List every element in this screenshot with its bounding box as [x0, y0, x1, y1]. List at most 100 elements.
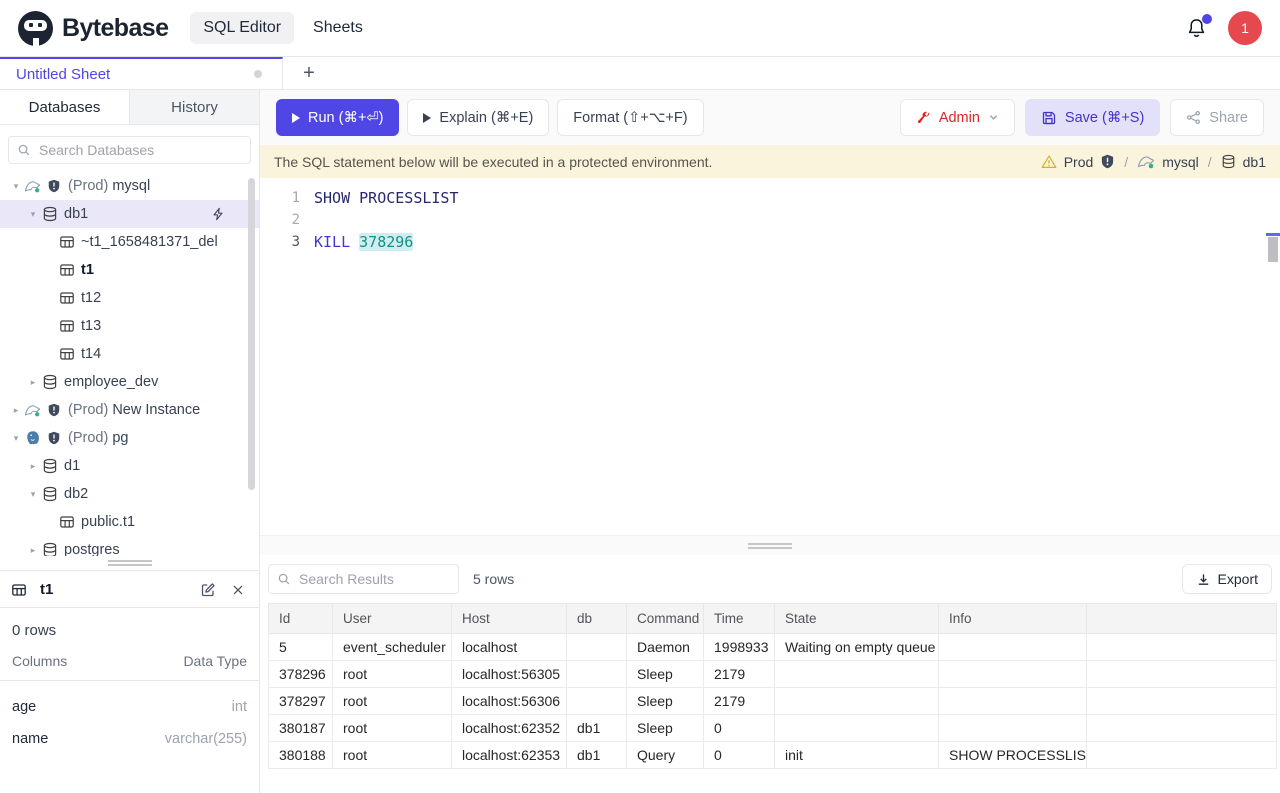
result-cell[interactable]: 1998933: [704, 634, 775, 661]
result-cell[interactable]: 2179: [704, 688, 775, 715]
result-cell[interactable]: [939, 688, 1087, 715]
result-cell[interactable]: [775, 688, 939, 715]
result-row[interactable]: 378296rootlocalhost:56305Sleep2179: [269, 661, 1277, 688]
explain-button[interactable]: Explain (⌘+E): [407, 99, 549, 136]
chevron-right-icon[interactable]: ▸: [25, 377, 41, 388]
result-cell[interactable]: localhost:56306: [452, 688, 567, 715]
chevron-down-icon[interactable]: ▾: [8, 433, 24, 444]
result-cell[interactable]: Daemon: [627, 634, 704, 661]
tree-item-new-instance[interactable]: ▸(Prod) New Instance: [0, 396, 259, 424]
chevron-right-icon[interactable]: ▸: [25, 461, 41, 472]
results-search-input[interactable]: [268, 564, 459, 594]
result-cell[interactable]: Sleep: [627, 715, 704, 742]
column-header[interactable]: Id: [269, 604, 333, 634]
results-resize-handle[interactable]: [260, 535, 1280, 555]
edit-table-icon[interactable]: [200, 582, 216, 598]
result-cell[interactable]: [567, 688, 627, 715]
result-cell[interactable]: Sleep: [627, 688, 704, 715]
tree-item-employee-dev[interactable]: ▸employee_dev: [0, 368, 259, 396]
tab-untitled-sheet[interactable]: Untitled Sheet: [0, 57, 283, 89]
column-header[interactable]: User: [333, 604, 452, 634]
chevron-down-icon[interactable]: ▾: [25, 489, 41, 500]
result-cell[interactable]: localhost: [452, 634, 567, 661]
close-icon[interactable]: [231, 583, 245, 597]
result-cell[interactable]: root: [333, 661, 452, 688]
column-header[interactable]: State: [775, 604, 939, 634]
column-header[interactable]: [1087, 604, 1277, 634]
sidebar-resize-handle[interactable]: [0, 556, 259, 570]
breadcrumb-environment[interactable]: Prod: [1064, 154, 1094, 170]
result-cell[interactable]: [939, 715, 1087, 742]
tree-item-t1[interactable]: t1: [0, 256, 259, 284]
bytebase-logo[interactable]: Bytebase: [18, 11, 168, 46]
run-button[interactable]: Run (⌘+⏎): [276, 99, 399, 136]
editor-scrollbar[interactable]: [1268, 237, 1278, 262]
result-cell[interactable]: 380187: [269, 715, 333, 742]
result-cell[interactable]: Query: [627, 742, 704, 769]
tree-item-postgres[interactable]: ▸postgres: [0, 536, 259, 556]
add-sheet-button[interactable]: +: [283, 57, 335, 89]
result-cell[interactable]: 0: [704, 742, 775, 769]
tree-item-db2[interactable]: ▾db2: [0, 480, 259, 508]
tree-item-t13[interactable]: t13: [0, 312, 259, 340]
result-cell[interactable]: [775, 661, 939, 688]
result-cell[interactable]: [567, 634, 627, 661]
result-cell[interactable]: [1087, 634, 1277, 661]
tree-item-d1[interactable]: ▸d1: [0, 452, 259, 480]
chevron-right-icon[interactable]: ▸: [25, 545, 41, 556]
result-cell[interactable]: 378297: [269, 688, 333, 715]
result-cell[interactable]: event_scheduler: [333, 634, 452, 661]
result-cell[interactable]: root: [333, 715, 452, 742]
tab-history[interactable]: History: [130, 90, 259, 124]
result-cell[interactable]: [1087, 688, 1277, 715]
export-button[interactable]: Export: [1182, 564, 1272, 594]
tree-item-pg[interactable]: ▾(Prod) pg: [0, 424, 259, 452]
result-cell[interactable]: localhost:62353: [452, 742, 567, 769]
format-button[interactable]: Format (⇧+⌥+F): [557, 99, 703, 136]
editor-line-2[interactable]: 2: [260, 209, 1280, 231]
result-row[interactable]: 378297rootlocalhost:56306Sleep2179: [269, 688, 1277, 715]
result-cell[interactable]: init: [775, 742, 939, 769]
bolt-icon[interactable]: [211, 207, 225, 221]
result-cell[interactable]: root: [333, 742, 452, 769]
column-header[interactable]: db: [567, 604, 627, 634]
result-cell[interactable]: Waiting on empty queue: [775, 634, 939, 661]
result-row[interactable]: 5event_schedulerlocalhostDaemon1998933Wa…: [269, 634, 1277, 661]
share-button[interactable]: Share: [1170, 99, 1264, 136]
user-avatar[interactable]: 1: [1228, 11, 1262, 45]
result-cell[interactable]: db1: [567, 742, 627, 769]
sql-editor[interactable]: 1SHOW PROCESSLIST23KILL 378296: [260, 178, 1280, 535]
admin-mode-button[interactable]: Admin: [900, 99, 1015, 136]
column-header[interactable]: Host: [452, 604, 567, 634]
chevron-down-icon[interactable]: ▾: [25, 209, 41, 220]
result-cell[interactable]: [1087, 742, 1277, 769]
result-row[interactable]: 380188rootlocalhost:62353db1Query0initSH…: [269, 742, 1277, 769]
column-header[interactable]: Time: [704, 604, 775, 634]
editor-line-3[interactable]: 3KILL 378296: [260, 231, 1280, 253]
result-cell[interactable]: [939, 634, 1087, 661]
result-cell[interactable]: 378296: [269, 661, 333, 688]
result-cell[interactable]: localhost:62352: [452, 715, 567, 742]
result-cell[interactable]: [567, 661, 627, 688]
chevron-right-icon[interactable]: ▸: [8, 405, 24, 416]
editor-line-1[interactable]: 1SHOW PROCESSLIST: [260, 187, 1280, 209]
tree-item-mysql[interactable]: ▾(Prod) mysql: [0, 172, 259, 200]
result-row[interactable]: 380187rootlocalhost:62352db1Sleep0: [269, 715, 1277, 742]
notification-bell-icon[interactable]: [1185, 17, 1208, 40]
tab-databases[interactable]: Databases: [0, 90, 130, 124]
chevron-down-icon[interactable]: ▾: [8, 181, 24, 192]
tree-item-public-t1[interactable]: public.t1: [0, 508, 259, 536]
result-cell[interactable]: 0: [704, 715, 775, 742]
result-cell[interactable]: [1087, 661, 1277, 688]
result-cell[interactable]: 380188: [269, 742, 333, 769]
save-button[interactable]: Save (⌘+S): [1025, 99, 1160, 136]
column-header[interactable]: Info: [939, 604, 1087, 634]
breadcrumb-database[interactable]: db1: [1243, 154, 1266, 170]
result-cell[interactable]: SHOW PROCESSLIST: [939, 742, 1087, 769]
tree-item-t12[interactable]: t12: [0, 284, 259, 312]
result-cell[interactable]: [775, 715, 939, 742]
breadcrumb-instance[interactable]: mysql: [1162, 154, 1199, 170]
nav-sheets[interactable]: Sheets: [300, 12, 376, 44]
result-cell[interactable]: [939, 661, 1087, 688]
database-search-input[interactable]: [8, 136, 251, 164]
